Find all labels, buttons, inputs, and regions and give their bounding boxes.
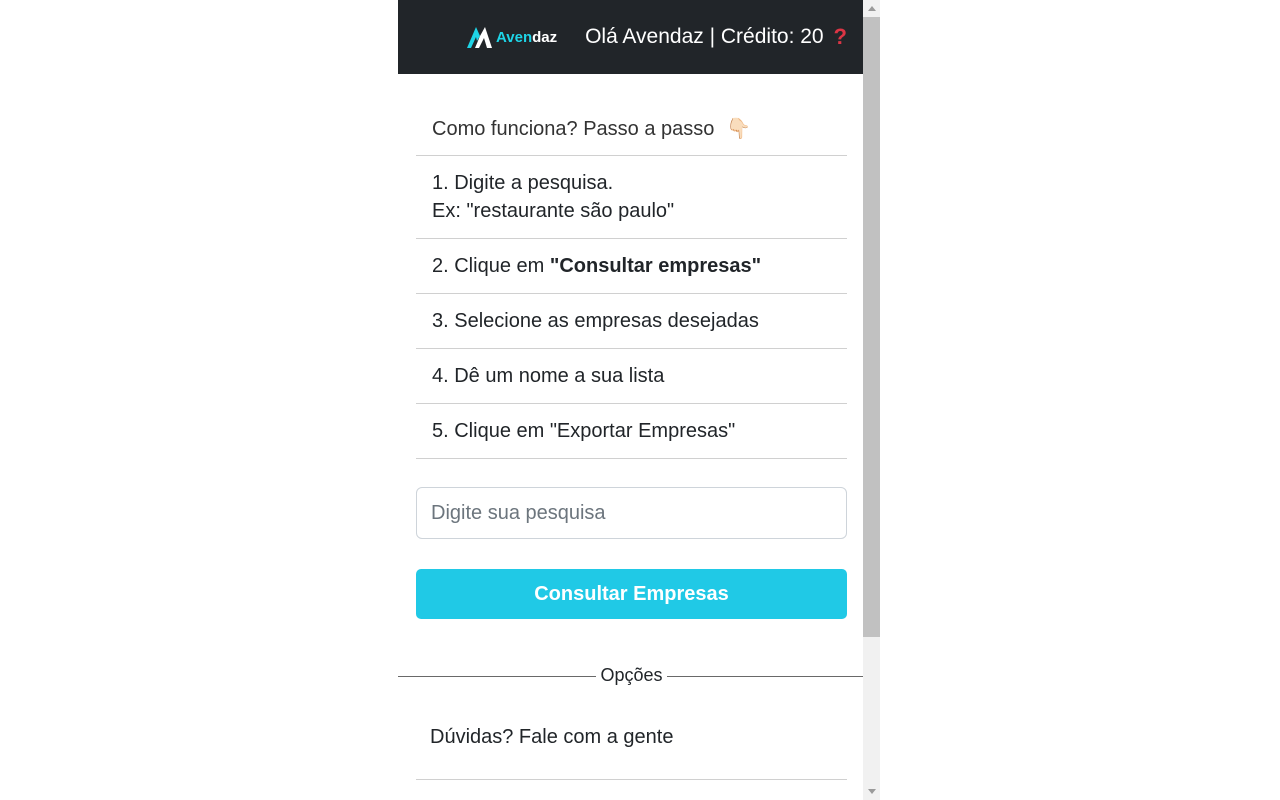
scrollbar-track[interactable] <box>863 0 880 800</box>
help-icon[interactable]: ? <box>834 24 847 50</box>
logo-mark-icon <box>464 22 494 52</box>
howto-step-1-line2: Ex: "restaurante são paulo" <box>432 197 847 225</box>
brand-logo: Avendaz <box>464 22 557 52</box>
scrollbar-thumb[interactable] <box>863 17 880 637</box>
panel-header: Avendaz Olá Avendaz | Crédito: 20 ? <box>398 0 865 74</box>
howto-step-1: 1. Digite a pesquisa. Ex: "restaurante s… <box>416 155 847 238</box>
options-label: Opções <box>596 665 666 686</box>
point-down-icon: 👇🏻 <box>726 118 751 140</box>
search-input[interactable] <box>416 487 847 539</box>
scrollbar-down-button[interactable] <box>863 783 880 800</box>
howto-title: Como funciona? Passo a passo 👇🏻 <box>416 116 847 155</box>
consult-companies-button[interactable]: Consultar Empresas <box>416 569 847 619</box>
logo-text-b: daz <box>532 29 557 46</box>
howto-step-2: 2. Clique em "Consultar empresas" <box>416 238 847 293</box>
howto-title-text: Como funciona? Passo a passo <box>432 118 714 140</box>
howto-step-2-prefix: 2. Clique em <box>432 255 550 277</box>
howto-step-5: 5. Clique em "Exportar Empresas" <box>416 403 847 459</box>
howto-step-3: 3. Selecione as empresas desejadas <box>416 293 847 348</box>
extension-panel: Avendaz Olá Avendaz | Crédito: 20 ? Como… <box>398 0 865 800</box>
options-divider: Opções <box>416 665 847 686</box>
faq-link[interactable]: Dúvidas? Fale com a gente <box>416 726 847 749</box>
howto-step-2-bold: "Consultar empresas" <box>550 255 761 277</box>
howto-step-4: 4. Dê um nome a sua lista <box>416 348 847 403</box>
greeting-text: Olá Avendaz | Crédito: 20 <box>585 25 824 49</box>
logo-text-a: Aven <box>496 29 532 46</box>
scrollbar-up-button[interactable] <box>863 0 880 17</box>
separator <box>416 779 847 780</box>
howto-step-1-line1: 1. Digite a pesquisa. <box>432 169 847 197</box>
howto-steps: 1. Digite a pesquisa. Ex: "restaurante s… <box>416 155 847 459</box>
